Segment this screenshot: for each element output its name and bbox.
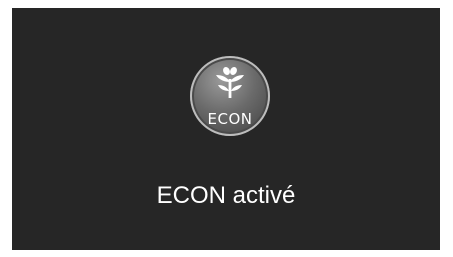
- econ-badge-label: ECON: [207, 110, 253, 128]
- econ-status-text: ECON activé: [156, 182, 296, 209]
- econ-badge: ECON: [190, 56, 270, 136]
- econ-screen: ECON ECON activé: [12, 8, 440, 250]
- econ-leaf-icon: [216, 66, 244, 98]
